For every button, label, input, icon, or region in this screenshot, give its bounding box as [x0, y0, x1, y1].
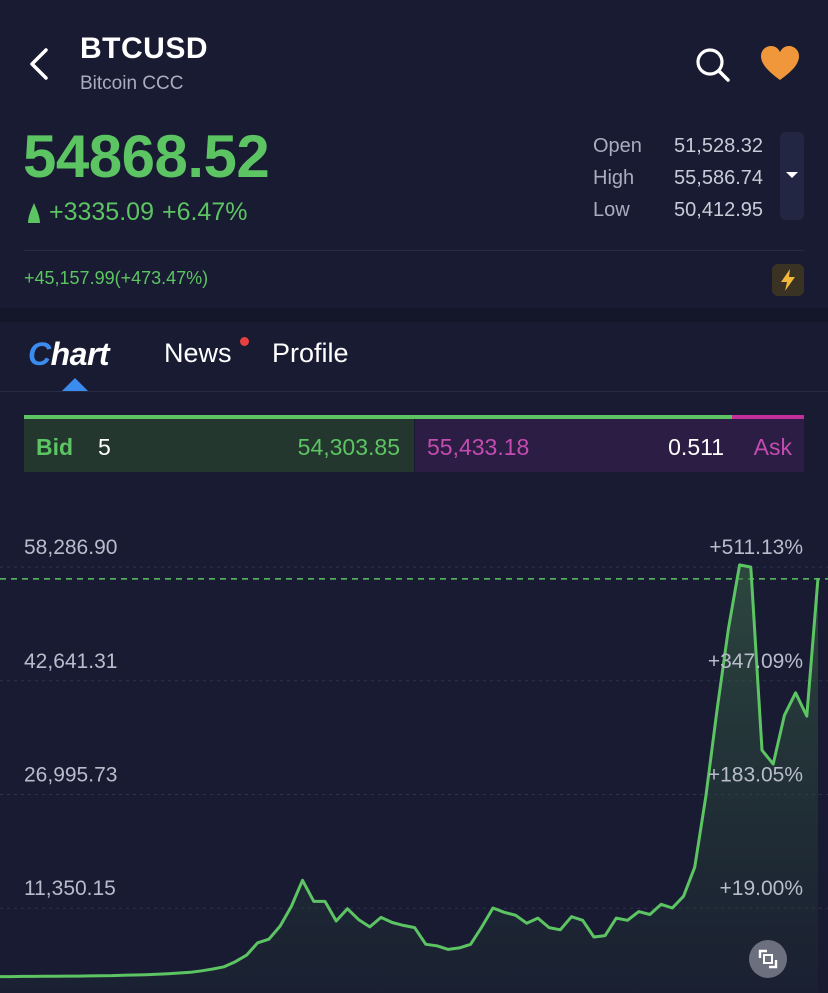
chart-logo-c: C	[28, 336, 51, 372]
lightning-icon	[781, 269, 795, 291]
section-separator	[0, 308, 828, 322]
pct-tick-label: +347.09%	[708, 650, 803, 673]
bid-label: Bid	[36, 434, 74, 460]
tab-profile[interactable]: Profile	[272, 338, 349, 369]
low-label: Low	[593, 199, 630, 221]
ohl-panel: Open 51,528.32 High 55,586.74 Low 50,412…	[593, 130, 763, 226]
chart-svg: 58,286.90 +511.13% 42,641.31 +347.09% 26,995…	[0, 536, 828, 993]
favorite-button[interactable]	[758, 44, 802, 84]
pct-tick-label: +511.13%	[709, 536, 803, 559]
period-change: +45,157.99(+473.47%)	[24, 268, 209, 288]
heart-icon	[761, 46, 799, 80]
open-label: Open	[593, 135, 642, 157]
up-arrow-icon	[28, 202, 40, 223]
chevron-left-icon	[30, 48, 48, 80]
high-value: 55,586.74	[674, 167, 763, 189]
fullscreen-button[interactable]	[749, 940, 787, 978]
pct-tick-label: +19.00%	[720, 877, 804, 900]
caret-down-icon	[786, 172, 798, 178]
price-area-fill	[0, 564, 818, 993]
high-label: High	[593, 167, 635, 189]
ask-label: Ask	[753, 434, 792, 460]
y-tick-label: 58,286.90	[24, 536, 117, 559]
active-tab-indicator	[62, 378, 88, 391]
high-row: High 55,586.74	[593, 162, 763, 194]
tab-news[interactable]: News	[164, 338, 232, 369]
tab-bar: Chart News Profile	[0, 322, 828, 392]
price-change: +3335.09 +6.47%	[27, 198, 247, 227]
tab-chart[interactable]: Chart	[28, 336, 110, 373]
open-row: Open 51,528.32	[593, 130, 763, 162]
change-value: +3335.09	[49, 198, 154, 226]
search-button[interactable]	[692, 44, 732, 84]
y-tick-label: 11,350.15	[24, 877, 116, 900]
divider	[0, 391, 828, 392]
price-chart[interactable]: 58,286.90 +511.13% 42,641.31 +347.09% 26,995…	[0, 530, 828, 993]
bid-box[interactable]: Bid 5 54,303.85	[24, 419, 414, 472]
tab-chart-label: hart	[50, 336, 110, 372]
pct-tick-label: +183.05%	[708, 764, 803, 787]
bid-ask-panel: Bid 5 54,303.85 55,433.18 0.511 Ask	[24, 415, 804, 472]
ask-size: 0.511	[668, 434, 724, 460]
ask-box[interactable]: 55,433.18 0.511 Ask	[415, 419, 804, 472]
open-value: 51,528.32	[674, 135, 763, 157]
news-notification-dot	[240, 337, 249, 346]
fullscreen-icon	[758, 949, 778, 969]
back-button[interactable]	[18, 42, 62, 86]
y-tick-label: 42,641.31	[24, 650, 117, 673]
change-percent: +6.47%	[161, 198, 248, 226]
header: BTCUSD Bitcoin CCC	[0, 0, 828, 110]
divider	[24, 250, 804, 251]
expand-details-button[interactable]	[780, 132, 804, 220]
low-value: 50,412.95	[674, 199, 763, 221]
ask-price: 55,433.18	[427, 434, 530, 460]
flash-button[interactable]	[772, 264, 804, 296]
low-row: Low 50,412.95	[593, 194, 763, 226]
search-icon	[696, 48, 730, 82]
bid-size: 5	[98, 434, 111, 460]
app-screen: BTCUSD Bitcoin CCC 54868.52 +3335.09 +6.…	[0, 0, 828, 993]
bid-price: 54,303.85	[297, 434, 400, 460]
symbol-name: Bitcoin CCC	[80, 73, 184, 94]
symbol-title: BTCUSD	[80, 32, 208, 65]
y-tick-label: 26,995.73	[24, 764, 117, 787]
last-price: 54868.52	[23, 123, 270, 190]
